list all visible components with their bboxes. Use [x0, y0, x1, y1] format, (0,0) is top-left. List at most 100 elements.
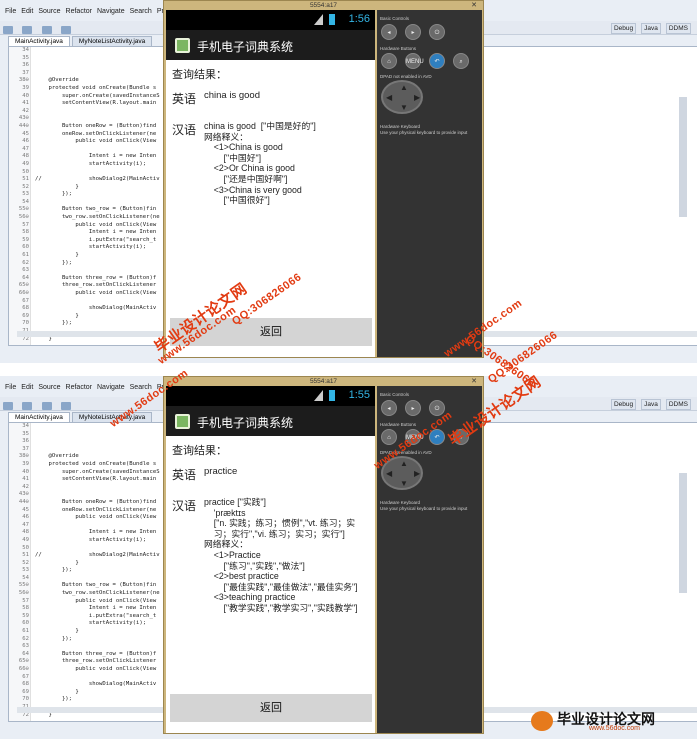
code-line[interactable]: Button oneRow = (Button)find [35, 499, 160, 507]
code-line[interactable]: }); [35, 696, 160, 704]
code-line[interactable] [35, 115, 160, 123]
code-line[interactable]: two_row.setOnClickListener(ne [35, 214, 160, 222]
code-line[interactable]: }); [35, 636, 160, 644]
code-line[interactable] [35, 169, 160, 177]
code-line[interactable]: public void onClick(View [35, 138, 160, 146]
code-line[interactable]: public void onClick(View [35, 290, 160, 298]
volume-down-icon[interactable]: ◂ [381, 24, 397, 40]
code-line[interactable] [35, 438, 160, 446]
code-line[interactable]: protected void onCreate(Bundle s [35, 85, 160, 93]
menu-item[interactable]: Refactor [66, 8, 92, 15]
code-line[interactable]: showDialog(MainActiv [35, 681, 160, 689]
code-line[interactable] [35, 575, 160, 583]
code-line[interactable]: startActivity(i); [35, 244, 160, 252]
debug-icon[interactable] [41, 402, 52, 410]
code-line[interactable]: public void onClick(View [35, 666, 160, 674]
code-line[interactable]: startActivity(i); [35, 537, 160, 545]
close-icon[interactable]: ✕ [471, 377, 477, 385]
code-line[interactable]: oneRow.setOnClickListener(ne [35, 507, 160, 515]
menu-item[interactable]: Edit [21, 384, 33, 391]
code-line[interactable]: } [35, 689, 160, 697]
dpad-down-icon[interactable]: ▼ [400, 103, 408, 112]
code-line[interactable]: Button three_row = (Button)f [35, 275, 160, 283]
save-icon[interactable] [22, 26, 33, 34]
perspective-button[interactable]: Java [641, 23, 661, 34]
code-line[interactable] [35, 199, 160, 207]
menu-item[interactable]: Source [38, 8, 60, 15]
vertical-scrollbar[interactable] [679, 473, 687, 593]
code-line[interactable] [35, 643, 160, 651]
editor-tab[interactable]: MainActivity.java [8, 36, 70, 46]
perspective-button[interactable]: DDMS [665, 23, 691, 34]
code-line[interactable] [35, 55, 160, 63]
menu-item[interactable]: File [5, 8, 16, 15]
code-line[interactable] [35, 491, 160, 499]
code-line[interactable] [35, 674, 160, 682]
back-button[interactable]: 返回 [170, 694, 372, 722]
code-line[interactable] [35, 423, 160, 431]
menu-item[interactable]: File [5, 384, 16, 391]
code-line[interactable]: } [35, 252, 160, 260]
code-line[interactable] [35, 62, 160, 70]
code-line[interactable]: }); [35, 260, 160, 268]
save-icon[interactable] [22, 402, 33, 410]
new-icon[interactable] [3, 402, 13, 410]
dpad-right-icon[interactable]: ▶ [414, 469, 420, 478]
code-line[interactable]: Button two_row = (Button)fin [35, 582, 160, 590]
code-line[interactable]: Intent i = new Inten [35, 605, 160, 613]
code-line[interactable]: } [35, 560, 160, 568]
code-line[interactable]: } [35, 628, 160, 636]
code-line[interactable]: Button two_row = (Button)fin [35, 206, 160, 214]
editor-tab[interactable]: MyNoteListActivity.java [71, 36, 153, 46]
code-line[interactable]: setContentView(R.layout.main [35, 476, 160, 484]
dpad-right-icon[interactable]: ▶ [414, 93, 420, 102]
code-line[interactable]: startActivity(i); [35, 620, 160, 628]
code-line[interactable]: i.putExtra("search_t [35, 237, 160, 245]
code-line[interactable] [35, 70, 160, 78]
code-line[interactable]: three_row.setOnClickListener [35, 658, 160, 666]
dpad[interactable]: ▲ ▼ ◀ ▶ [381, 80, 423, 114]
volume-up-icon[interactable]: ▸ [405, 24, 421, 40]
code-line[interactable]: startActivity(i); [35, 161, 160, 169]
code-line[interactable]: super.onCreate(savedInstanceS [35, 469, 160, 477]
code-line[interactable]: @Override [35, 77, 160, 85]
code-line[interactable]: protected void onCreate(Bundle s [35, 461, 160, 469]
code-line[interactable]: public void onClick(View [35, 514, 160, 522]
volume-down-icon[interactable]: ◂ [381, 400, 397, 416]
perspective-button[interactable]: Debug [610, 399, 637, 410]
dpad-down-icon[interactable]: ▼ [400, 479, 408, 488]
code-line[interactable]: }); [35, 567, 160, 575]
run-icon[interactable] [61, 402, 72, 410]
code-line[interactable]: }); [35, 320, 160, 328]
code-line[interactable] [35, 545, 160, 553]
home-icon[interactable]: ⌂ [381, 53, 397, 69]
new-icon[interactable] [3, 26, 13, 34]
code-line[interactable]: oneRow.setOnClickListener(ne [35, 131, 160, 139]
home-icon[interactable]: ⌂ [381, 429, 397, 445]
code-line[interactable]: }); [35, 191, 160, 199]
dpad-left-icon[interactable]: ◀ [386, 469, 392, 478]
code-line[interactable] [35, 298, 160, 306]
close-icon[interactable]: ✕ [471, 1, 477, 9]
code-line[interactable]: Intent i = new Inten [35, 229, 160, 237]
code-line[interactable]: three_row.setOnClickListener [35, 282, 160, 290]
code-line[interactable] [35, 108, 160, 116]
perspective-button[interactable]: Debug [610, 23, 637, 34]
perspective-button[interactable]: DDMS [665, 399, 691, 410]
code-line[interactable]: showDialog(MainActiv [35, 305, 160, 313]
code-line[interactable]: Intent i = new Inten [35, 153, 160, 161]
code-line[interactable] [35, 446, 160, 454]
code-line[interactable] [35, 267, 160, 275]
code-line[interactable] [35, 431, 160, 439]
debug-icon[interactable] [41, 26, 52, 34]
code-line[interactable]: // showDialog2(MainActiv [35, 176, 160, 184]
code-line[interactable]: } [35, 313, 160, 321]
power-icon[interactable]: ⏻ [429, 24, 445, 40]
menu-button[interactable]: MENU [405, 53, 424, 69]
editor-tab[interactable]: MainActivity.java [8, 412, 70, 422]
code-line[interactable] [35, 484, 160, 492]
menu-item[interactable]: Search [130, 384, 152, 391]
code-line[interactable]: Intent i = new Inten [35, 529, 160, 537]
code-line[interactable]: public void onClick(View [35, 222, 160, 230]
code-line[interactable]: setContentView(R.layout.main [35, 100, 160, 108]
